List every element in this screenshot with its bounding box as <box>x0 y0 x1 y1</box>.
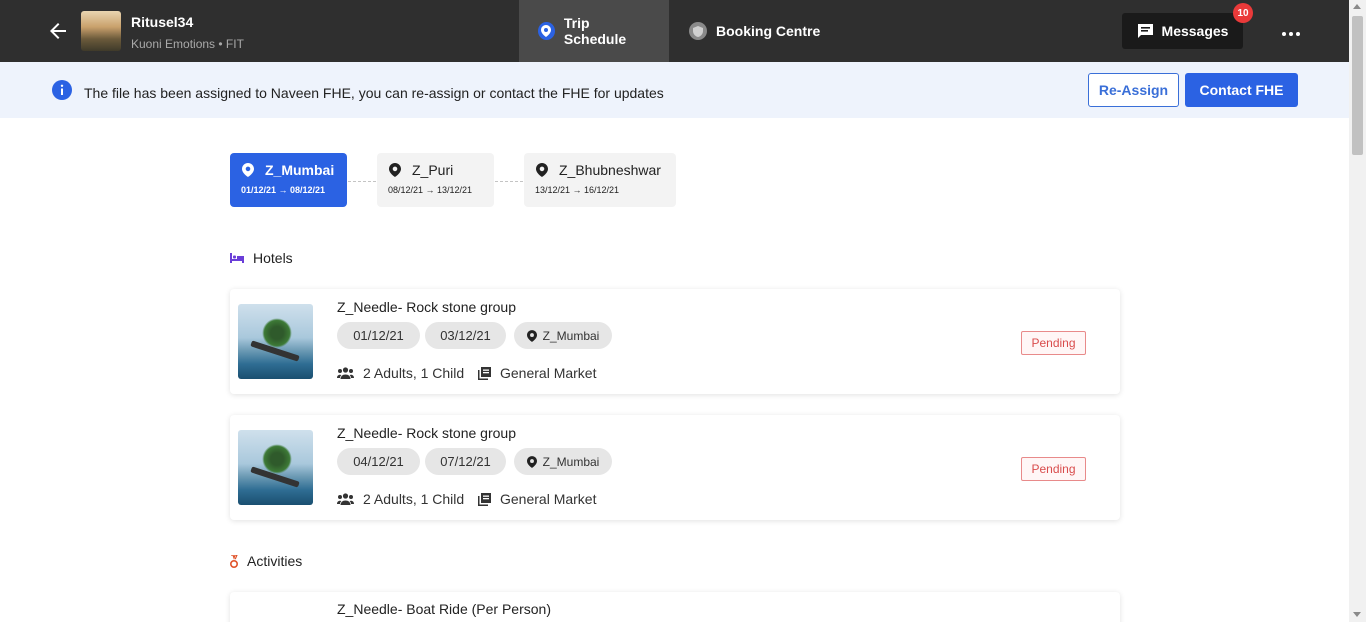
market-info: General Market <box>478 491 596 507</box>
status-badge: Pending <box>1021 331 1086 355</box>
location-pin-icon <box>526 329 537 342</box>
hotel-image <box>238 430 313 505</box>
chat-icon <box>1137 24 1153 38</box>
hotel-card[interactable]: Z_Needle- Rock stone group 04/12/21 07/1… <box>230 415 1120 520</box>
destination-dates: 08/12/21 → 13/12/21 <box>388 185 473 195</box>
section-title: Hotels <box>253 250 293 266</box>
destination-name: Z_Bhubneshwar <box>559 162 661 178</box>
scroll-up-icon[interactable] <box>1353 4 1361 9</box>
contact-fhe-button[interactable]: Contact FHE <box>1185 73 1298 107</box>
location-chip: Z_Mumbai <box>514 322 612 349</box>
back-arrow-icon[interactable] <box>46 19 70 43</box>
activity-name: Z_Needle- Boat Ride (Per Person) <box>337 601 551 617</box>
medal-icon <box>230 554 238 568</box>
guests-info: 2 Adults, 1 Child <box>337 491 464 507</box>
tab-label: Booking Centre <box>716 23 821 39</box>
location-chip: Z_Mumbai <box>514 448 612 475</box>
activities-section-header: Activities <box>230 553 302 569</box>
destination-bhubneshwar[interactable]: Z_Bhubneshwar 13/12/21 → 16/12/21 <box>524 153 676 207</box>
document-icon <box>478 366 491 380</box>
location-label: Z_Mumbai <box>542 454 600 469</box>
page-scrollbar[interactable] <box>1349 0 1366 622</box>
scroll-down-icon[interactable] <box>1353 612 1361 617</box>
people-icon <box>337 493 354 505</box>
file-title: Ritusel34 <box>131 14 194 30</box>
destination-dates: 13/12/21 → 16/12/21 <box>535 185 620 195</box>
activity-card[interactable]: Z_Needle- Boat Ride (Per Person) <box>230 592 1120 622</box>
destination-name: Z_Mumbai <box>265 162 335 178</box>
messages-label: Messages <box>1161 23 1229 39</box>
location-label: Z_Mumbai <box>542 328 600 343</box>
hotel-name: Z_Needle- Rock stone group <box>337 425 516 441</box>
guests-label: 2 Adults, 1 Child <box>363 491 465 507</box>
location-pin-icon <box>538 22 555 40</box>
destination-dates: 01/12/21 → 08/12/21 <box>241 185 326 195</box>
destination-mumbai[interactable]: Z_Mumbai 01/12/21 → 08/12/21 <box>230 153 347 207</box>
messages-button[interactable]: Messages <box>1122 13 1243 49</box>
section-title: Activities <box>247 553 303 569</box>
market-info: General Market <box>478 365 596 381</box>
location-pin-icon <box>526 455 537 468</box>
people-icon <box>337 367 354 379</box>
market-label: General Market <box>500 491 597 507</box>
check-out-chip: 03/12/21 <box>425 322 506 349</box>
file-thumbnail <box>81 11 121 51</box>
hotels-section-header: Hotels <box>230 250 293 266</box>
status-badge: Pending <box>1021 457 1086 481</box>
info-icon <box>52 80 72 100</box>
location-pin-icon <box>536 163 548 177</box>
destination-name: Z_Puri <box>412 162 454 178</box>
shield-icon <box>689 22 707 40</box>
check-out-chip: 07/12/21 <box>425 448 506 475</box>
location-pin-icon <box>242 163 254 177</box>
market-label: General Market <box>500 365 597 381</box>
file-subtitle: Kuoni Emotions • FIT <box>131 37 244 51</box>
hotel-name: Z_Needle- Rock stone group <box>337 299 516 315</box>
messages-count-badge: 10 <box>1233 3 1253 23</box>
guests-info: 2 Adults, 1 Child <box>337 365 464 381</box>
tab-label: Trip Schedule <box>563 15 627 47</box>
destination-connector <box>348 181 376 182</box>
guests-label: 2 Adults, 1 Child <box>363 365 465 381</box>
check-in-chip: 04/12/21 <box>337 448 420 475</box>
more-dots-icon[interactable] <box>1280 22 1302 42</box>
top-bar: Ritusel34 Kuoni Emotions • FIT Trip Sche… <box>0 0 1349 62</box>
tab-trip-schedule[interactable]: Trip Schedule <box>519 0 669 62</box>
scroll-thumb[interactable] <box>1352 16 1363 155</box>
destination-connector <box>495 181 523 182</box>
hotel-image <box>238 304 313 379</box>
destination-puri[interactable]: Z_Puri 08/12/21 → 13/12/21 <box>377 153 494 207</box>
banner-message: The file has been assigned to Naveen FHE… <box>84 85 664 101</box>
location-pin-icon <box>389 163 401 177</box>
reassign-button[interactable]: Re-Assign <box>1088 73 1179 107</box>
bed-icon <box>230 253 244 263</box>
hotel-card[interactable]: Z_Needle- Rock stone group 01/12/21 03/1… <box>230 289 1120 394</box>
tab-booking-centre[interactable]: Booking Centre <box>670 0 839 62</box>
document-icon <box>478 492 491 506</box>
check-in-chip: 01/12/21 <box>337 322 420 349</box>
